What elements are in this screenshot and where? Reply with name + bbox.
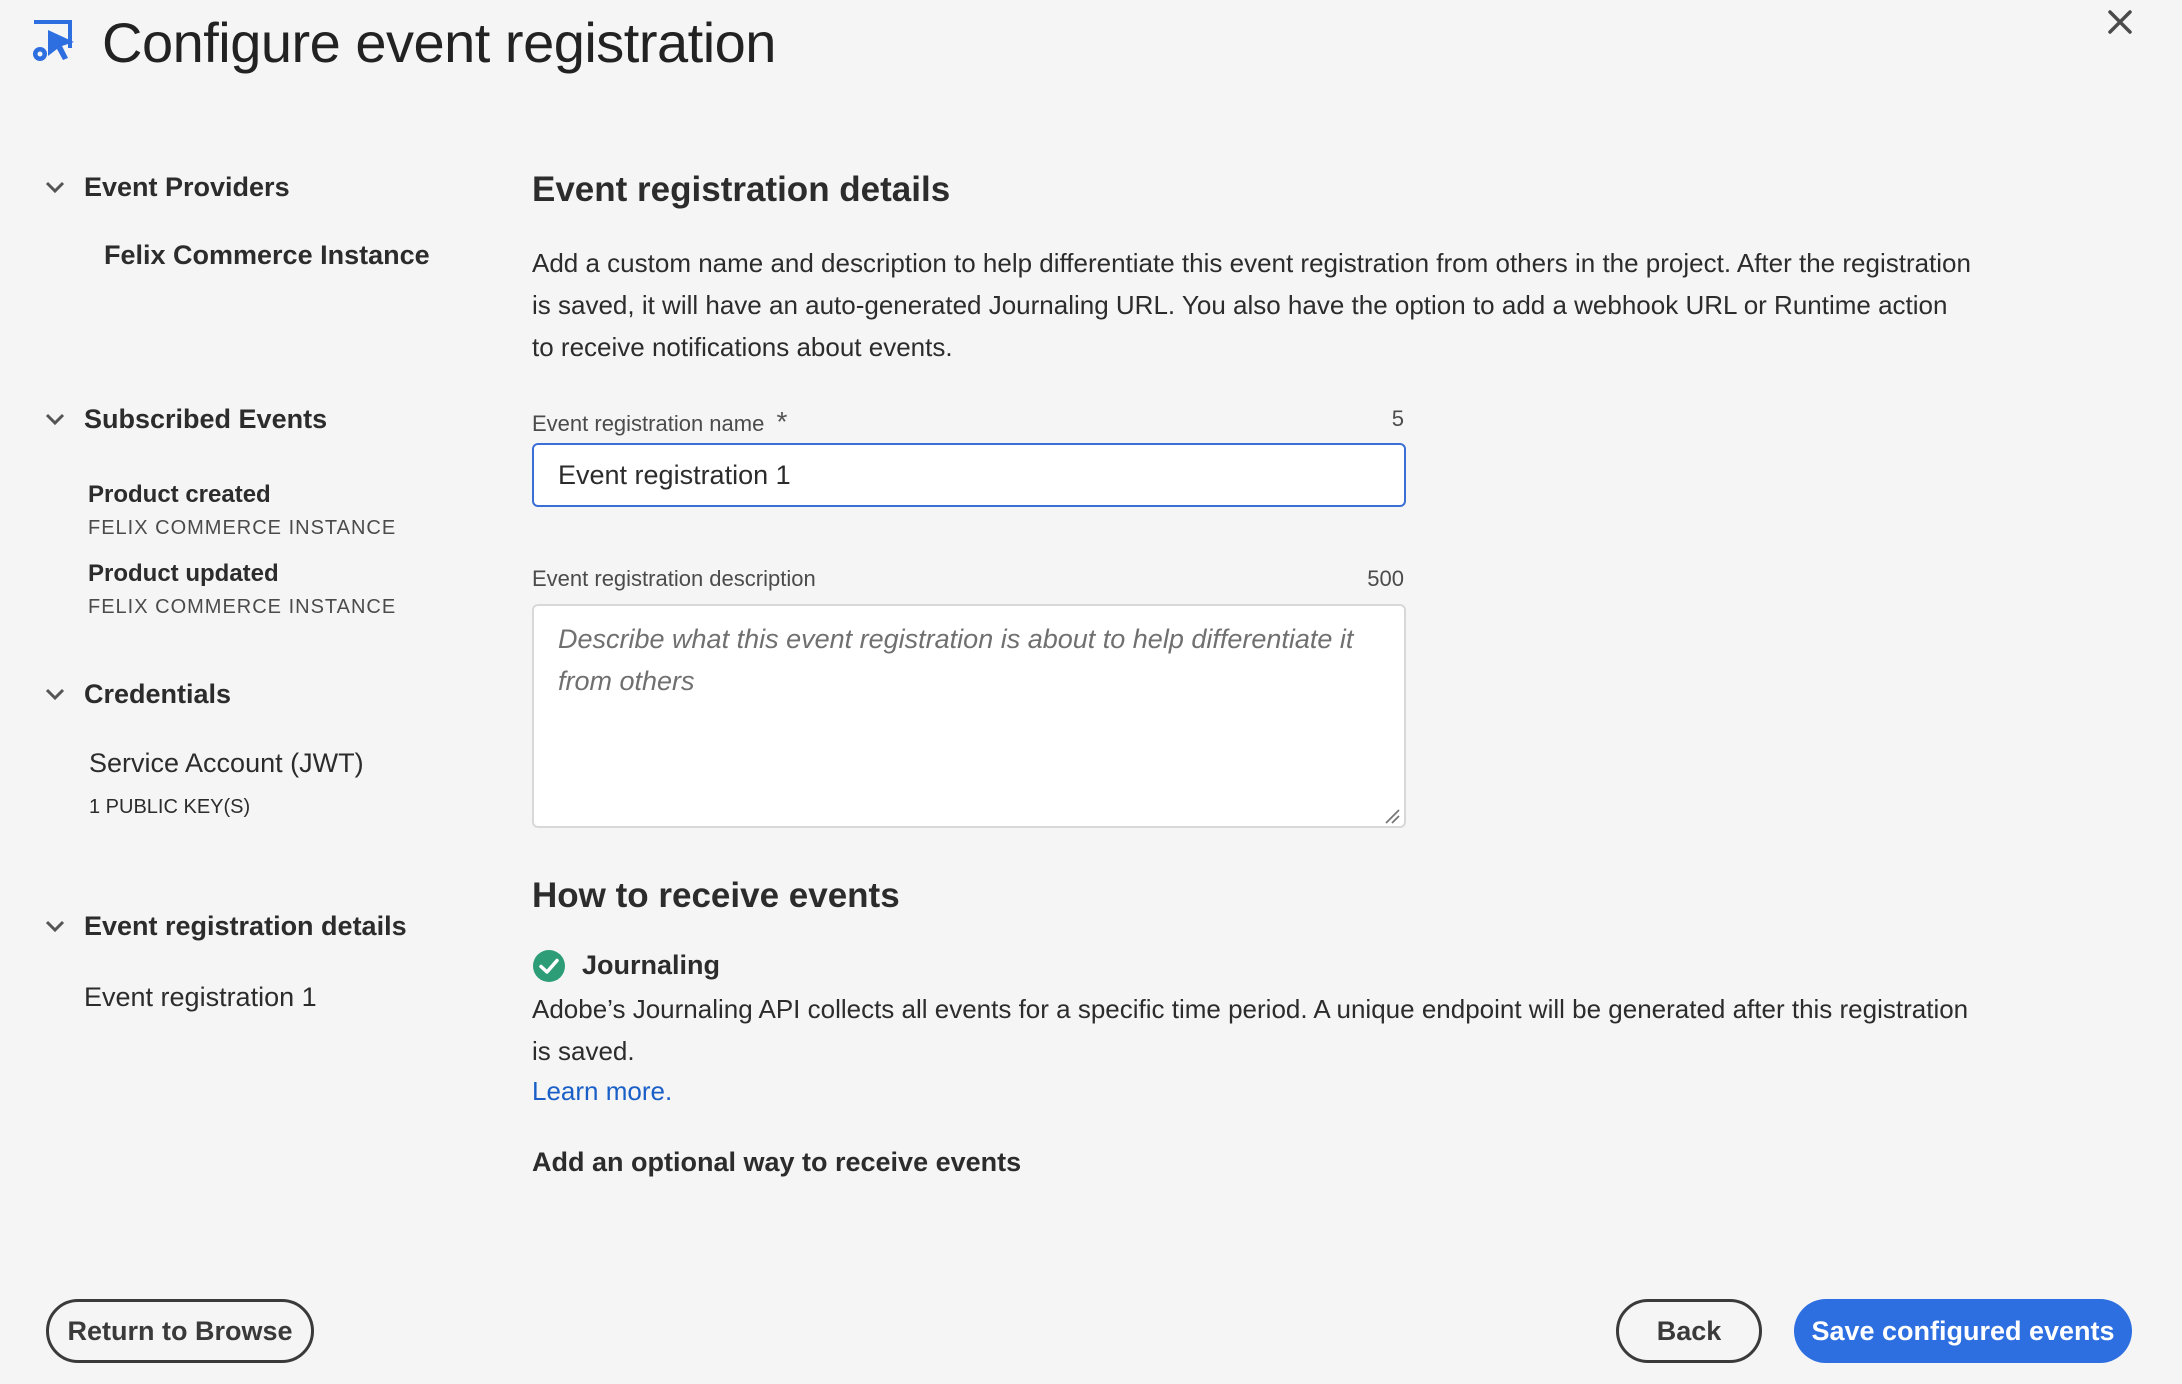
section-heading-details: Event registration details: [532, 170, 951, 209]
sidebar-item-registration[interactable]: Event registration 1: [84, 982, 317, 1013]
sidebar-item-credential-detail: 1 PUBLIC KEY(S): [89, 796, 251, 818]
chevron-down-icon[interactable]: [42, 177, 68, 197]
sidebar-item-event-provider: FELIX COMMERCE INSTANCE: [88, 517, 397, 539]
name-field-counter: 5: [1391, 406, 1404, 431]
name-field-label: Event registration name *: [532, 406, 787, 438]
description-field-label: Event registration description: [532, 566, 816, 591]
chevron-down-icon[interactable]: [42, 684, 68, 704]
return-to-browse-button[interactable]: Return to Browse: [46, 1299, 314, 1363]
chevron-down-icon[interactable]: [42, 916, 68, 936]
save-configured-events-button[interactable]: Save configured events: [1794, 1299, 2132, 1363]
sidebar-item-event-name[interactable]: Product created: [88, 481, 271, 509]
journaling-description: Adobe’s Journaling API collects all even…: [532, 994, 1969, 1066]
optional-receive-heading: Add an optional way to receive events: [532, 1147, 1022, 1177]
back-button[interactable]: Back: [1616, 1299, 1762, 1363]
checkmark-circle-icon: [532, 949, 566, 983]
sidebar-item-event-name[interactable]: Product updated: [88, 560, 279, 588]
sidebar-heading-event-providers[interactable]: Event Providers: [84, 172, 290, 203]
close-icon[interactable]: [2098, 2, 2140, 44]
required-icon: *: [776, 406, 788, 437]
sidebar-item-event-provider: FELIX COMMERCE INSTANCE: [88, 596, 397, 618]
sidebar-heading-credentials[interactable]: Credentials: [84, 679, 231, 710]
registration-description-input[interactable]: [532, 604, 1406, 828]
details-description: Add a custom name and description to hel…: [532, 248, 1971, 362]
chevron-down-icon[interactable]: [42, 409, 68, 429]
sidebar-item-provider[interactable]: Felix Commerce Instance: [104, 240, 430, 271]
learn-more-link[interactable]: Learn more.: [532, 1076, 672, 1107]
sidebar-item-credential[interactable]: Service Account (JWT): [89, 748, 364, 779]
description-field-counter: 500: [1367, 566, 1404, 591]
journaling-title: Journaling: [582, 950, 721, 980]
sidebar-heading-subscribed-events[interactable]: Subscribed Events: [84, 404, 327, 435]
resize-handle-icon[interactable]: [1384, 808, 1400, 824]
page-title: Configure event registration: [102, 11, 776, 74]
registration-name-input[interactable]: [532, 443, 1406, 507]
section-heading-receive: How to receive events: [532, 876, 900, 915]
event-config-icon: [30, 18, 80, 64]
sidebar-heading-registration-details[interactable]: Event registration details: [84, 911, 407, 942]
name-field-label-text: Event registration name: [532, 411, 765, 436]
